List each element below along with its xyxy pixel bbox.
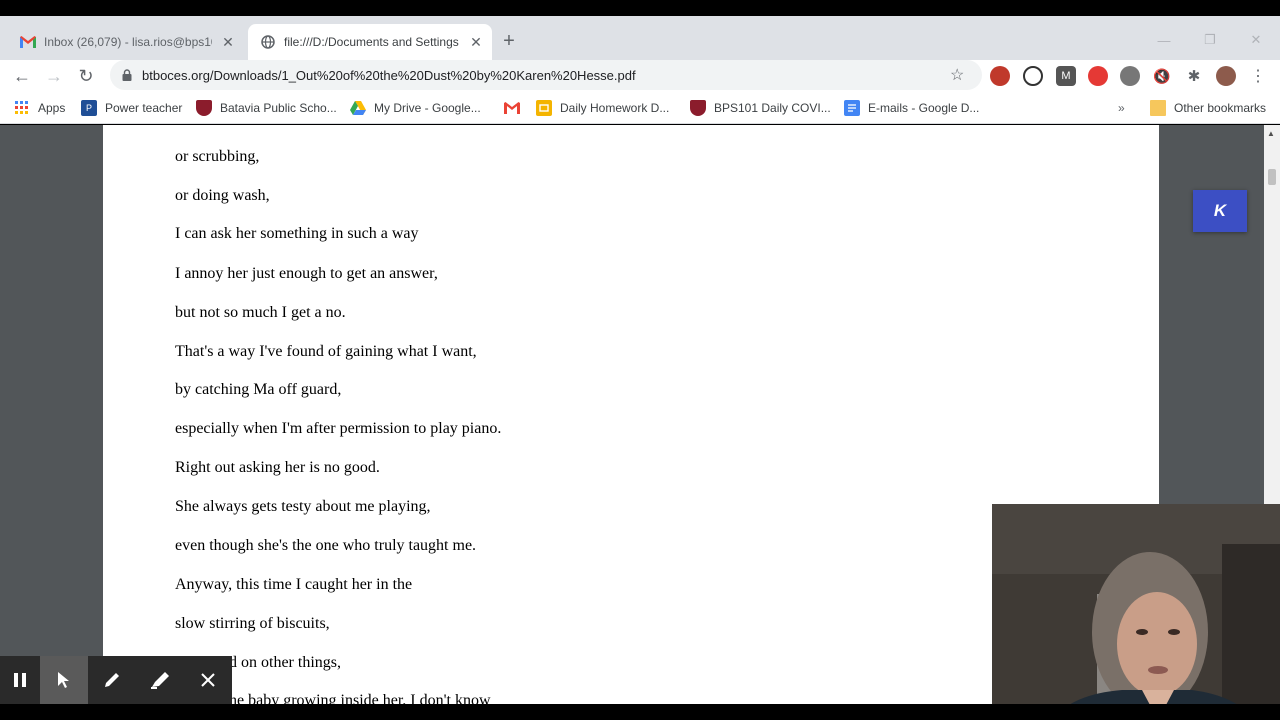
reload-icon[interactable]: ↻ bbox=[74, 64, 98, 88]
bookmark-batavia-public-schools[interactable]: Batavia Public Scho... bbox=[196, 99, 337, 117]
poem-line: but not so much I get a no. bbox=[175, 304, 346, 321]
close-icon[interactable] bbox=[184, 656, 232, 704]
tab-gmail-inbox[interactable]: Inbox (26,079) - lisa.rios@bps101 ✕ bbox=[8, 24, 244, 60]
forward-icon[interactable]: → bbox=[42, 64, 66, 88]
window-close-icon[interactable]: ✕ bbox=[1246, 30, 1266, 50]
bookmarks-overflow-button[interactable]: » bbox=[1118, 99, 1125, 117]
other-bookmarks[interactable]: Other bookmarks bbox=[1150, 99, 1266, 117]
kami-extension-button[interactable]: K bbox=[1193, 190, 1247, 232]
poem-line: Right out asking her is no good. bbox=[175, 459, 380, 476]
highlighter-tool-icon[interactable] bbox=[136, 656, 184, 704]
folder-icon bbox=[1150, 100, 1166, 116]
minimize-icon[interactable]: — bbox=[1154, 30, 1174, 50]
google-drive-icon bbox=[350, 100, 366, 116]
google-slides-icon bbox=[536, 100, 552, 116]
bookmarks-bar: Apps P Power teacher Batavia Public Scho… bbox=[0, 92, 1280, 124]
bookmark-label: Apps bbox=[38, 101, 66, 115]
scroll-up-icon[interactable]: ▲ bbox=[1267, 129, 1275, 138]
url-text: btboces.org/Downloads/1_Out%20of%20the%2… bbox=[142, 67, 636, 83]
restore-icon[interactable]: ❐ bbox=[1200, 30, 1220, 50]
bookmark-emails-google-doc[interactable]: E-mails - Google D... bbox=[844, 99, 979, 117]
poem-line: by catching Ma off guard, bbox=[175, 381, 342, 398]
bookmark-gmail[interactable] bbox=[504, 99, 528, 117]
poem-line: slow stirring of biscuits, bbox=[175, 615, 330, 632]
browser-toolbar: ← → ↻ btboces.org/Downloads/1_Out%20of%2… bbox=[0, 60, 1280, 92]
tab-title: Inbox (26,079) - lisa.rios@bps101 bbox=[44, 35, 212, 49]
poem-line: or scrubbing, bbox=[175, 148, 260, 165]
profile-extension-icon[interactable] bbox=[1120, 66, 1140, 86]
puzzle-extensions-icon[interactable]: ✱ bbox=[1184, 66, 1204, 86]
address-bar[interactable]: btboces.org/Downloads/1_Out%20of%20the%2… bbox=[110, 60, 982, 90]
shield-icon bbox=[196, 100, 212, 116]
bookmark-label: Other bookmarks bbox=[1174, 101, 1267, 115]
bookmark-label: BPS101 Daily COVI... bbox=[714, 101, 831, 115]
bookmark-apps[interactable]: Apps bbox=[14, 99, 65, 117]
shield-icon bbox=[690, 100, 706, 116]
tab-strip: Inbox (26,079) - lisa.rios@bps101 ✕ file… bbox=[0, 16, 1280, 60]
bookmark-bps101-daily-covid[interactable]: BPS101 Daily COVI... bbox=[690, 99, 831, 117]
poem-line: She always gets testy about me playing, bbox=[175, 498, 431, 515]
recording-toolbar bbox=[0, 656, 232, 704]
menu-kebab-icon[interactable]: ⋮ bbox=[1248, 66, 1268, 86]
bookmark-label: E-mails - Google D... bbox=[868, 101, 980, 115]
gmail-icon bbox=[504, 100, 520, 116]
poem-line: Anyway, this time I caught her in the bbox=[175, 576, 413, 593]
globe-icon bbox=[260, 34, 276, 50]
back-icon[interactable]: ← bbox=[10, 64, 34, 88]
poem-line: That's a way I've found of gaining what … bbox=[175, 343, 477, 360]
pause-icon[interactable] bbox=[0, 656, 44, 704]
bookmark-daily-homework[interactable]: Daily Homework D... bbox=[536, 99, 669, 117]
bookmark-my-drive[interactable]: My Drive - Google... bbox=[350, 99, 481, 117]
screen: Inbox (26,079) - lisa.rios@bps101 ✕ file… bbox=[0, 0, 1280, 720]
bookmark-label: My Drive - Google... bbox=[374, 101, 481, 115]
record-extension-icon[interactable] bbox=[1088, 66, 1108, 86]
apps-grid-icon bbox=[14, 100, 30, 116]
m-extension-icon[interactable]: M bbox=[1056, 66, 1076, 86]
webcam-overlay bbox=[992, 504, 1280, 720]
screencast-extension-icon[interactable] bbox=[1023, 66, 1043, 86]
tab-close-icon[interactable]: ✕ bbox=[220, 34, 236, 50]
tab-close-icon[interactable]: ✕ bbox=[468, 34, 484, 50]
poem-line: d on other things, bbox=[229, 654, 341, 671]
webcam-person-image bbox=[992, 504, 1280, 720]
gmail-icon bbox=[20, 34, 36, 50]
mute-icon[interactable]: 🔇 bbox=[1152, 66, 1172, 86]
tab-pdf-document[interactable]: file:///D:/Documents and Settings ✕ bbox=[248, 24, 492, 60]
poem-line: or doing wash, bbox=[175, 187, 270, 204]
bottom-letterbox bbox=[0, 704, 1280, 720]
powerteacher-icon: P bbox=[81, 100, 97, 116]
bookmark-label: Daily Homework D... bbox=[560, 101, 670, 115]
bookmark-star-icon[interactable]: ☆ bbox=[950, 65, 970, 85]
bookmark-power-teacher[interactable]: P Power teacher bbox=[81, 99, 182, 117]
bookmark-label: Batavia Public Scho... bbox=[220, 101, 337, 115]
partial-line bbox=[175, 125, 305, 131]
avatar[interactable] bbox=[1216, 66, 1236, 86]
new-tab-icon[interactable]: + bbox=[498, 30, 520, 52]
poem-line: even though she's the one who truly taug… bbox=[175, 537, 477, 554]
poem-line: especially when I'm after permission to … bbox=[175, 420, 502, 437]
extension-icon[interactable] bbox=[990, 66, 1010, 86]
google-docs-icon bbox=[844, 100, 860, 116]
lock-icon[interactable] bbox=[120, 68, 134, 82]
bookmark-label: Power teacher bbox=[105, 101, 183, 115]
tab-title: file:///D:/Documents and Settings bbox=[284, 35, 459, 49]
scrollbar-thumb[interactable] bbox=[1268, 169, 1276, 185]
poem-line: I annoy her just enough to get an answer… bbox=[175, 265, 438, 282]
pen-tool-icon[interactable] bbox=[88, 656, 136, 704]
poem-line: I can ask her something in such a way bbox=[175, 225, 419, 242]
top-letterbox bbox=[0, 0, 1280, 16]
pointer-tool-icon[interactable] bbox=[40, 656, 88, 704]
